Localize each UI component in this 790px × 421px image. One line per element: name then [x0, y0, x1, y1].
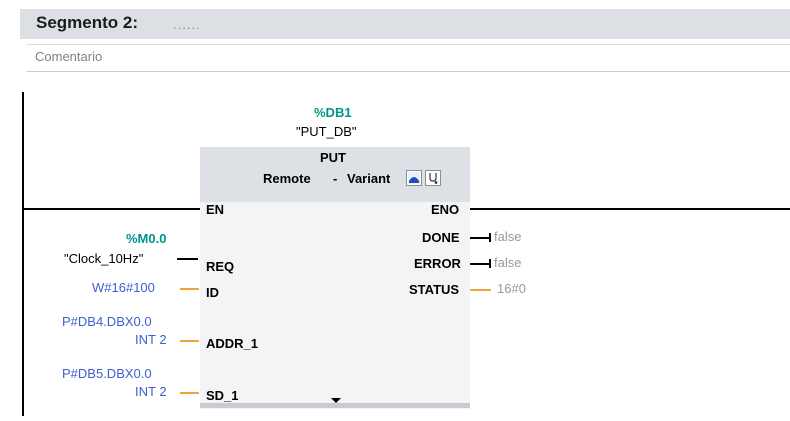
pin-sd-1: SD_1 [206, 388, 239, 403]
pin-id: ID [206, 285, 219, 300]
instance-db-address[interactable]: %DB1 [314, 105, 352, 120]
pin-done: DONE [422, 230, 460, 245]
status-wire [470, 289, 491, 291]
error-wire [470, 263, 490, 265]
id-value[interactable]: W#16#100 [92, 280, 155, 295]
pin-addr-1: ADDR_1 [206, 336, 259, 351]
segment-title-placeholder[interactable]: ...... [173, 17, 201, 32]
pin-error: ERROR [414, 256, 461, 271]
output-wire-eno [470, 208, 790, 210]
segment-title: Segmento 2: [36, 13, 139, 32]
instance-db-name[interactable]: "PUT_DB" [296, 124, 357, 139]
sd1-type[interactable]: INT 2 [135, 384, 167, 399]
pin-eno: ENO [431, 202, 460, 217]
stethoscope-icon[interactable] [425, 170, 441, 186]
error-wire-end [489, 259, 491, 268]
done-wire [470, 237, 490, 239]
sd1-pointer[interactable]: P#DB5.DBX0.0 [62, 366, 152, 381]
addr1-type[interactable]: INT 2 [135, 332, 167, 347]
sd1-wire [180, 392, 199, 394]
remote-label[interactable]: Remote [263, 171, 311, 186]
error-value[interactable]: false [494, 255, 521, 270]
req-wire [177, 258, 198, 260]
done-value[interactable]: false [494, 229, 521, 244]
status-value[interactable]: 16#0 [497, 281, 526, 296]
pin-req: REQ [206, 259, 235, 274]
expand-chevron-down-icon[interactable] [331, 398, 341, 403]
id-wire [180, 288, 199, 290]
block-title: PUT [320, 150, 346, 165]
req-operand-name[interactable]: "Clock_10Hz" [64, 251, 143, 266]
separator-label: - [333, 171, 338, 186]
pin-status: STATUS [409, 282, 460, 297]
addr1-pointer[interactable]: P#DB4.DBX0.0 [62, 314, 152, 329]
block-view-icon[interactable] [406, 170, 422, 186]
input-wire-en [24, 208, 200, 210]
done-wire-end [489, 233, 491, 242]
req-operand-address[interactable]: %M0.0 [126, 231, 166, 246]
comment-text[interactable]: Comentario [35, 49, 102, 64]
block-footer [200, 403, 470, 408]
comment-field[interactable] [27, 44, 790, 72]
variant-label[interactable]: Variant [347, 171, 390, 186]
pin-en: EN [206, 202, 225, 217]
power-rail [22, 92, 24, 416]
addr1-wire [180, 340, 199, 342]
